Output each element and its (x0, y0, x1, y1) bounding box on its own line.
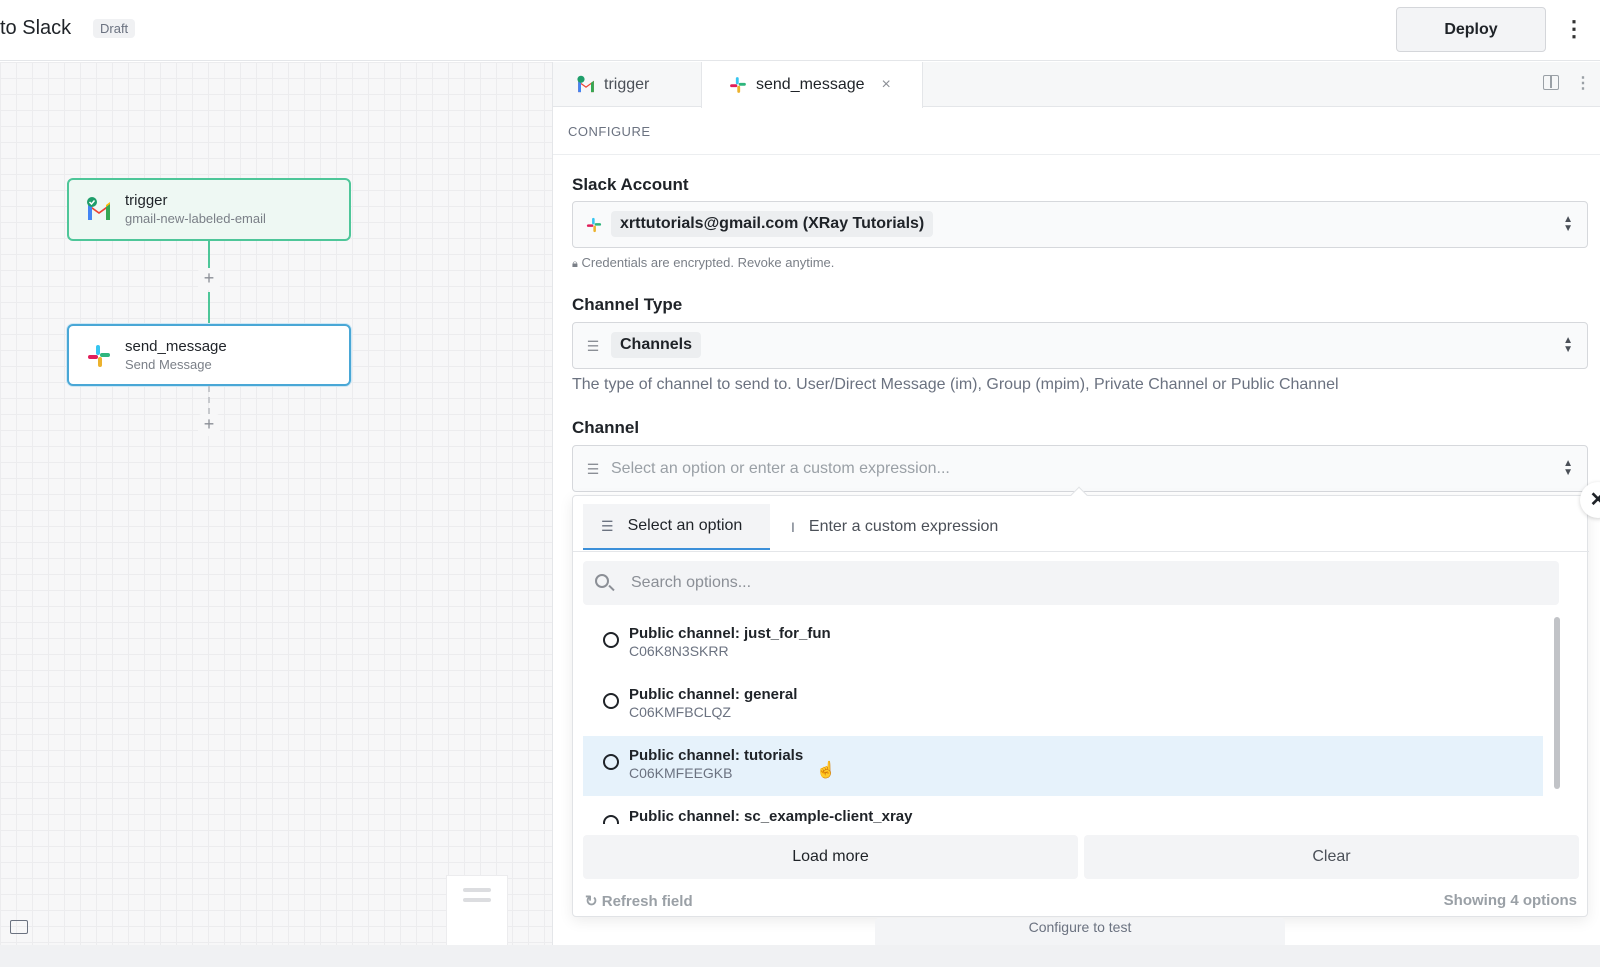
list-icon: ☰ (601, 517, 614, 534)
slack-account-select[interactable]: xrttutorials@gmail.com (XRay Tutorials) … (572, 201, 1588, 248)
bottom-strip (0, 945, 1600, 967)
selected-value: xrttutorials@gmail.com (XRay Tutorials) (611, 211, 934, 237)
channel-type-label: Channel Type (572, 295, 683, 314)
option-name: Public channel: tutorials (629, 747, 804, 764)
channel-placeholder: Select an option or enter a custom expre… (611, 460, 950, 477)
option-id: C06K8N3SKRR (629, 643, 729, 659)
options-count: Showing 4 options (1443, 892, 1577, 909)
option-id: C06KMFEEGKB (629, 765, 733, 781)
tab-select-option[interactable]: ☰ Select an option (583, 504, 770, 550)
slack-icon (730, 77, 746, 93)
minimap-node (463, 898, 491, 902)
channel-dropdown: ✕ ☰ Select an option I Enter a custom ex… (572, 482, 1600, 917)
close-icon[interactable]: × (882, 76, 891, 94)
gmail-icon (87, 197, 110, 220)
refresh-field-button[interactable]: ↻ Refresh field (585, 892, 693, 910)
refresh-icon: ↻ (585, 893, 598, 910)
list-item[interactable]: Public channel: tutorials C06KMFEEGKB (583, 736, 1543, 796)
workflow-title[interactable]: to Slack (0, 17, 71, 40)
tab-label: send_message (756, 76, 865, 93)
status-badge: Draft (93, 19, 136, 38)
text-cursor-icon: I (791, 519, 795, 535)
select-arrows-icon: ▲ ▼ (1563, 214, 1573, 234)
radio-button[interactable] (603, 693, 619, 709)
load-more-button[interactable]: Load more (583, 835, 1078, 879)
app-header: to Slack Draft Deploy ⋮ (0, 0, 1600, 61)
list-icon: ☰ (586, 461, 600, 477)
scrollbar[interactable] (1554, 617, 1560, 789)
radio-button[interactable] (603, 815, 619, 824)
list-icon: ☰ (586, 338, 600, 354)
options-list[interactable]: Public channel: just_for_fun C06K8N3SKRR… (583, 614, 1551, 824)
search-box (583, 561, 1559, 605)
tab-label: trigger (604, 75, 650, 93)
refresh-label: Refresh field (601, 893, 693, 910)
configure-to-test-button[interactable]: Configure to test (875, 918, 1285, 948)
list-item[interactable]: Public channel: just_for_fun C06K8N3SKRR (583, 614, 1543, 674)
list-item[interactable]: Public channel: general C06KMFBCLQZ (583, 675, 1543, 735)
radio-button[interactable] (603, 632, 619, 648)
option-name: Public channel: sc_example-client_xray (629, 808, 913, 824)
deploy-button[interactable]: Deploy (1396, 7, 1546, 52)
search-icon (595, 574, 609, 588)
node-name: send_message (125, 338, 227, 355)
more-options-icon[interactable]: ⋮ (1575, 73, 1591, 93)
node-subtitle: Send Message (125, 357, 212, 372)
tab-custom-expression[interactable]: I Enter a custom expression (791, 504, 998, 550)
send-message-node[interactable]: send_message Send Message (67, 324, 351, 386)
selected-value: Channels (611, 332, 702, 358)
option-name: Public channel: general (629, 686, 798, 703)
step-config-panel: trigger send_message × ⋮ CONFIGURE Slack… (553, 62, 1600, 967)
channel-label: Channel (572, 418, 640, 437)
node-name: trigger (125, 192, 168, 209)
tab-label: Enter a custom expression (808, 518, 999, 535)
divider (553, 154, 1600, 155)
radio-button[interactable] (603, 754, 619, 770)
clear-button[interactable]: Clear (1084, 835, 1579, 879)
slack-icon (586, 217, 602, 233)
hand-cursor-icon: ☝ (816, 762, 836, 779)
minimap-node (463, 888, 491, 892)
node-subtitle: gmail-new-labeled-email (125, 211, 266, 226)
credentials-help: 🔒︎ Credentials are encrypted. Revoke any… (572, 255, 834, 271)
slack-account-label: Slack Account (572, 175, 689, 194)
step-tabs: trigger send_message × ⋮ (553, 62, 1600, 108)
lock-icon: 🔒︎ (572, 258, 578, 270)
option-name: Public channel: just_for_fun (629, 625, 831, 642)
divider (573, 551, 1589, 552)
connector-line (208, 386, 210, 414)
add-step-button[interactable]: + (198, 414, 220, 436)
workflow-canvas[interactable]: trigger gmail-new-labeled-email + send_m… (0, 62, 553, 967)
search-input[interactable] (631, 561, 1531, 605)
section-label: CONFIGURE (568, 124, 651, 139)
channel-select[interactable]: ☰ Select an option or enter a custom exp… (572, 445, 1588, 492)
gmail-icon (577, 75, 594, 92)
channel-type-description: The type of channel to send to. User/Dir… (572, 376, 1339, 393)
select-arrows-icon: ▲ ▼ (1563, 335, 1573, 355)
help-text: Credentials are encrypted. Revoke anytim… (581, 255, 835, 270)
tab-trigger[interactable]: trigger (576, 62, 649, 107)
trigger-node[interactable]: trigger gmail-new-labeled-email (67, 178, 351, 241)
slack-icon (88, 345, 110, 367)
option-id: C06KMFBCLQZ (629, 704, 731, 720)
select-arrows-icon: ▲ ▼ (1563, 458, 1573, 478)
panel-toggle-icon[interactable] (10, 920, 28, 934)
connector-line (208, 292, 210, 324)
more-options-icon[interactable]: ⋮ (1563, 15, 1585, 45)
list-item[interactable]: Public channel: sc_example-client_xray (583, 797, 1543, 824)
add-step-button[interactable]: + (198, 268, 220, 290)
tab-send-message[interactable]: send_message × (701, 62, 923, 108)
tab-label: Select an option (627, 517, 743, 534)
split-view-icon[interactable] (1543, 75, 1559, 90)
channel-type-select[interactable]: ☰ Channels ▲ ▼ (572, 322, 1588, 369)
